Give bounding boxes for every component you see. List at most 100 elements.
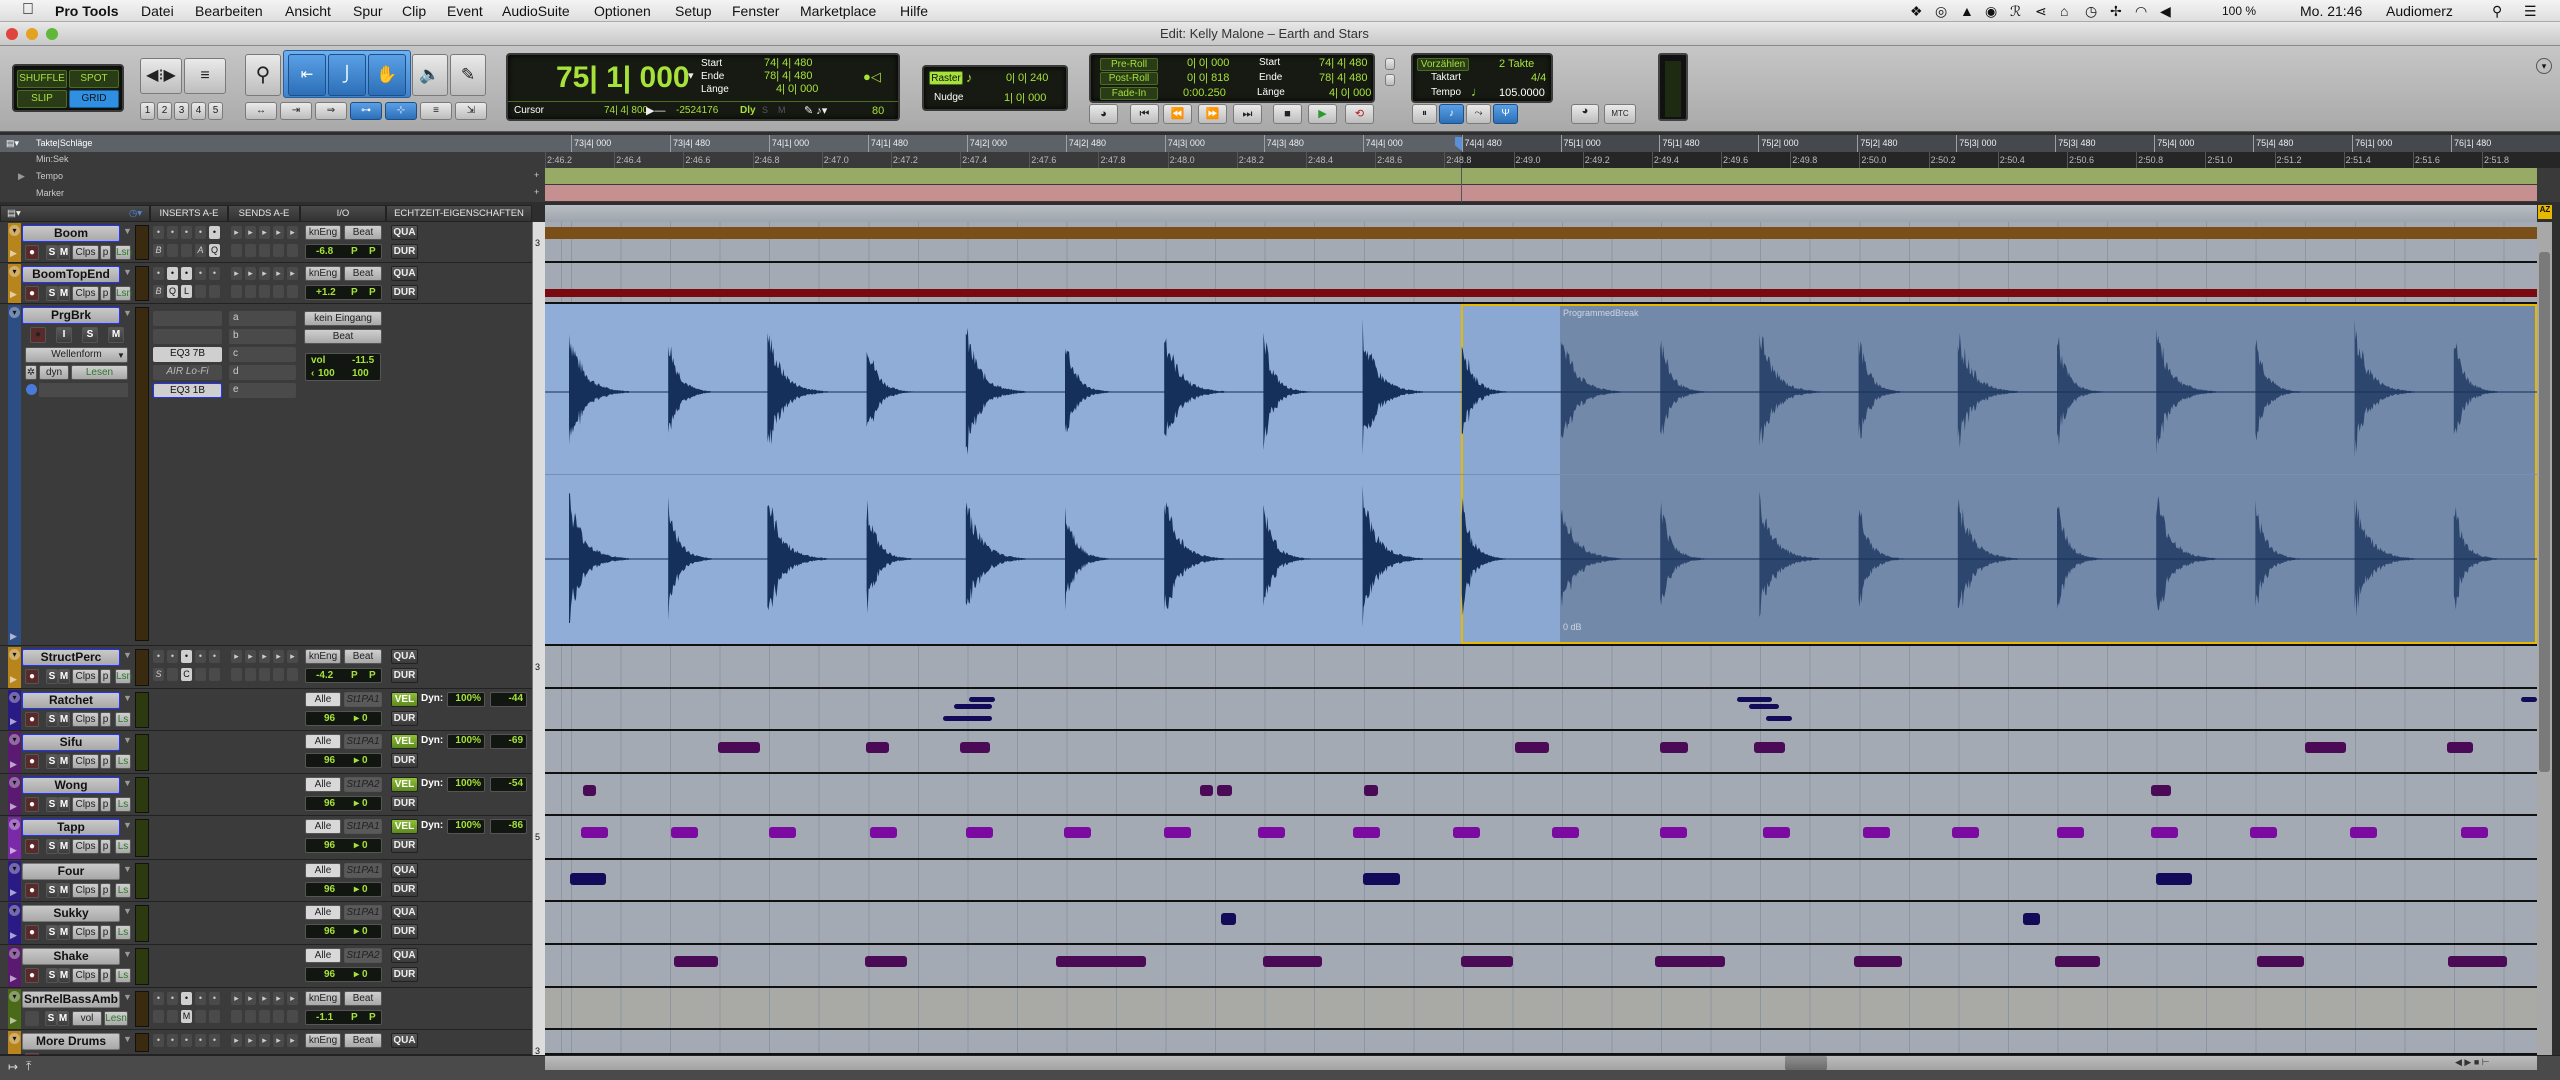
track-lane-boomtopend[interactable] (545, 263, 2537, 304)
track-collapse-icon[interactable]: ▾ (9, 734, 20, 745)
rtp-qua-button[interactable]: QUA (391, 649, 418, 664)
track-lane-wong[interactable] (545, 774, 2537, 816)
rtp-dur-button[interactable]: DUR (391, 711, 418, 726)
send-slot[interactable] (231, 668, 242, 681)
record-enable-button[interactable]: ● (25, 245, 39, 260)
comments-field[interactable] (39, 383, 128, 397)
midi-note[interactable] (583, 785, 596, 796)
send-slot[interactable] (287, 668, 298, 681)
track-p-button[interactable]: p (100, 754, 111, 769)
track-lane-four[interactable] (545, 860, 2537, 902)
track-name[interactable]: PrgBrk (22, 307, 120, 324)
midi-note[interactable] (580, 827, 608, 838)
send-slot[interactable] (287, 1010, 298, 1023)
online-sync-icon[interactable]: ◕ (1571, 104, 1599, 124)
io-output-selector[interactable]: Beat (344, 991, 382, 1006)
add-tempo-icon[interactable]: + (534, 170, 539, 180)
fadein-value[interactable]: 0:00.250 (1183, 87, 1226, 99)
insert-slot[interactable]: • (167, 992, 178, 1005)
volume-display[interactable]: 96 ▸ 0 (305, 796, 382, 811)
midi-merge-icon[interactable]: ⤳ (1466, 104, 1491, 124)
send-slot[interactable]: ▸ (273, 226, 284, 239)
timebase-icon[interactable]: ◷▾ (129, 206, 142, 221)
velocity-value[interactable]: 96 (324, 884, 335, 895)
io-input-selector[interactable]: Alle (305, 863, 341, 878)
zoom-midi-icon[interactable]: ≡ (184, 58, 226, 94)
zoom-preset-1[interactable]: 1 (140, 102, 155, 120)
zoom-preset-5[interactable]: 5 (208, 102, 223, 120)
midi-note[interactable] (1754, 742, 1785, 753)
main-counter[interactable]: 75| 1| 000 (556, 61, 690, 95)
spot-mode-button[interactable]: SPOT (69, 70, 119, 88)
track-name-dropdown-icon[interactable]: ▼ (123, 267, 132, 277)
track-lsn-button[interactable]: Lsn (115, 669, 132, 684)
midi-note[interactable] (954, 704, 992, 709)
dynamics-percent[interactable]: 100% (447, 734, 485, 749)
track-name-dropdown-icon[interactable]: ▼ (123, 992, 132, 1002)
insert-slot[interactable]: A (195, 244, 206, 257)
midi-note[interactable] (1200, 785, 1213, 796)
track-clps-button[interactable]: Clps (72, 839, 99, 854)
online-icon[interactable]: ◕ (1089, 104, 1118, 124)
midi-note[interactable] (1660, 827, 1688, 838)
link-timeline-button[interactable]: ⊶ (350, 102, 382, 120)
slip-mode-button[interactable]: SLIP (17, 90, 67, 108)
toolbar-options-icon[interactable]: ▾ (2536, 58, 2552, 74)
delay-offset-value[interactable]: ▸ (354, 840, 359, 851)
send-slot[interactable]: ▸ (273, 267, 284, 280)
midi-note[interactable] (2057, 827, 2085, 838)
track-p-button[interactable]: p (100, 669, 111, 684)
track-p-button[interactable]: p (100, 286, 111, 301)
wait-for-note-icon[interactable]: ⏸ (1412, 104, 1437, 124)
track-clps-button[interactable]: Clps (72, 754, 99, 769)
pan-left[interactable]: P (351, 670, 358, 681)
io-output-selector[interactable]: St1PA1 (344, 734, 382, 749)
link-toggle-1[interactable] (1385, 58, 1395, 70)
insert-slot[interactable]: • (167, 650, 178, 663)
insert-slot[interactable]: • (209, 1034, 220, 1047)
battery-status[interactable]: 100 % (2222, 4, 2256, 18)
insert-slot[interactable]: • (153, 1034, 164, 1047)
insert-slot[interactable]: • (181, 267, 192, 280)
insert-slot[interactable] (181, 244, 192, 257)
track-lane-shake[interactable] (545, 945, 2537, 988)
dropbox-icon[interactable]: ❖ (1910, 3, 1923, 20)
record-enable-button[interactable]: ● (25, 883, 39, 898)
pencil-tool-icon[interactable]: ✎ (450, 54, 486, 96)
midi-note[interactable] (864, 956, 908, 967)
menu-bearbeiten[interactable]: Bearbeiten (195, 3, 263, 19)
rtp-dur-button[interactable]: DUR (391, 882, 418, 897)
sync-icon[interactable]: ◉ (1985, 3, 1997, 20)
send-slot[interactable]: ▸ (273, 1034, 284, 1047)
send-slot[interactable]: ▸ (287, 226, 298, 239)
volume-value[interactable]: -6.8 (316, 246, 333, 257)
track-m-button[interactable]: M (58, 797, 70, 812)
rtp-qua-button[interactable]: QUA (391, 225, 418, 240)
midi-note[interactable] (2448, 956, 2508, 967)
volume-display[interactable]: -4.2 P P (305, 668, 382, 683)
track-m-button[interactable]: M (58, 883, 70, 898)
preroll-toggle[interactable]: Pre-Roll (1100, 58, 1158, 71)
wifi-icon[interactable]: ◠ (2135, 3, 2147, 20)
volume-display[interactable]: 96 ▸ 0 (305, 967, 382, 982)
midi-note[interactable] (1552, 827, 1580, 838)
send-slot[interactable]: ▸ (231, 1034, 242, 1047)
send-slot[interactable]: ▸ (259, 226, 270, 239)
track-lane-sukky[interactable] (545, 902, 2537, 945)
time-machine-icon[interactable]: ◷ (2085, 3, 2097, 20)
midi-note[interactable] (2151, 785, 2171, 796)
delay-offset[interactable]: 0 (362, 840, 368, 851)
track-name-dropdown-icon[interactable]: ▼ (123, 820, 132, 830)
volume-display[interactable]: -1.1 P P (305, 1010, 382, 1025)
mtc-button[interactable]: MTC (1604, 104, 1636, 124)
ruler-menu-icon[interactable]: ▤▾ (6, 138, 19, 149)
insert-slot[interactable]: • (153, 267, 164, 280)
grabber-hand-tool-icon[interactable]: ✋ (368, 54, 406, 96)
midi-note[interactable] (2054, 956, 2100, 967)
send-slot[interactable]: b (229, 329, 296, 344)
track-expand-icon[interactable]: ▶ (10, 716, 17, 727)
track-expand-icon[interactable]: ▶ (10, 887, 17, 898)
insert-slot[interactable]: L (181, 285, 192, 298)
io-input-selector[interactable]: knEng (305, 266, 341, 281)
track-name-dropdown-icon[interactable]: ▼ (123, 906, 132, 916)
